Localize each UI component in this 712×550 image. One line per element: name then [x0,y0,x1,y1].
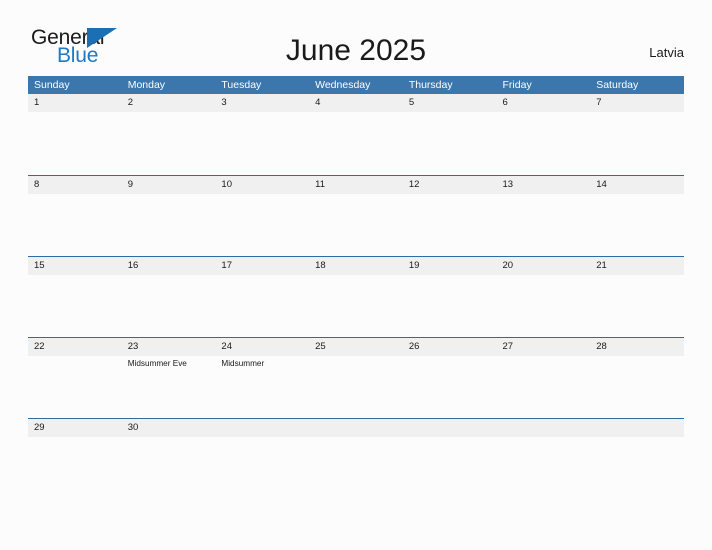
week-days: 8 9 10 11 12 13 14 [28,176,684,256]
day-number: 21 [596,260,607,271]
day-number: 3 [221,97,227,108]
day-cell-22[interactable]: 22 [28,338,122,418]
day-cell-empty [590,419,684,499]
day-cell-25[interactable]: 25 [309,338,403,418]
weekday-header-tuesday: Tuesday [221,79,262,91]
day-cell-26[interactable]: 26 [403,338,497,418]
event-label: Midsummer [221,359,265,368]
day-cell-15[interactable]: 15 [28,257,122,337]
day-cell-12[interactable]: 12 [403,176,497,256]
day-number: 10 [221,179,232,190]
day-cell-2[interactable]: 2 [122,94,216,174]
day-number: 6 [502,97,508,108]
day-number: 16 [127,260,139,271]
day-events: Midsummer [221,356,309,369]
day-cell-19[interactable]: 19 [403,257,497,337]
day-number: 20 [502,260,514,271]
day-number: 30 [127,422,139,433]
day-number: 11 [315,179,325,190]
day-cell-16[interactable]: 16 [122,257,216,337]
page-header: General Blue June 2025 Latvia [0,0,712,76]
day-number: 28 [596,341,607,352]
day-number: 5 [408,97,415,108]
day-number: 8 [34,179,40,190]
day-number: 9 [127,179,133,190]
day-number: 18 [315,260,326,271]
day-number: 29 [34,422,45,433]
day-cell-empty [403,419,497,499]
weekday-header-monday: Monday [127,79,166,91]
calendar-week-row: 8 9 10 11 12 13 14 [28,175,684,256]
day-cell-14[interactable]: 14 [590,176,684,256]
day-cell-23[interactable]: 23 Midsummer Eve [122,338,216,418]
day-number: 7 [596,97,602,108]
day-number: 4 [315,97,321,108]
day-number: 22 [34,341,45,352]
weekday-header-friday: Friday [502,79,532,91]
calendar-page: General Blue June 2025 Latvia Sunday Mond… [0,0,712,550]
calendar-week-row: 29 30 [28,418,684,499]
weekday-header-thursday: Thursday [408,79,453,91]
week-days: 1 2 3 4 5 6 7 [28,94,684,174]
day-number: 19 [408,260,420,271]
day-cell-8[interactable]: 8 [28,176,122,256]
day-number: 17 [221,260,232,271]
day-cell-17[interactable]: 17 [215,257,309,337]
day-cell-9[interactable]: 9 [122,176,216,256]
day-number: 25 [315,341,326,352]
calendar-weeks: 1 2 3 4 5 6 7 8 9 10 11 12 13 14 15 16 17 18 19 20 21 22 23 Mid… [28,94,684,499]
weekday-header-sunday: Sunday [34,79,70,91]
day-number: 27 [502,341,514,352]
weekday-header-saturday: Saturday [596,79,639,91]
day-cell-empty [215,419,309,499]
day-number: 26 [408,341,420,352]
day-events: Midsummer Eve [128,356,216,369]
day-cell-7[interactable]: 7 [590,94,684,174]
page-title: June 2025 [285,34,427,67]
day-cell-5[interactable]: 5 [403,94,497,174]
day-cell-24[interactable]: 24 Midsummer [215,338,309,418]
day-cell-11[interactable]: 11 [309,176,403,256]
calendar-week-row: 22 23 Midsummer Eve 24 Midsummer 25 26 27 28 [28,337,684,418]
day-number: 24 [221,341,232,352]
day-number: 2 [127,97,133,108]
country-label: Latvia [649,45,684,60]
day-cell-20[interactable]: 20 [497,257,591,337]
day-number: 13 [502,179,514,190]
calendar-week-row: 1 2 3 4 5 6 7 [28,94,684,175]
calendar-grid: Sunday Monday Tuesday Wednesday Thursday Frid… [28,76,684,499]
week-days: 29 30 [28,419,684,499]
day-cell-27[interactable]: 27 [497,338,591,418]
event-label: Midsummer Eve [127,359,187,368]
day-cell-10[interactable]: 10 [215,176,309,256]
day-cell-29[interactable]: 29 [28,419,122,499]
day-number: 14 [596,179,607,190]
day-cell-3[interactable]: 3 [215,94,309,174]
weekday-header-row: Sunday Monday Tuesday Wednesday Thursday Frid… [28,76,684,94]
day-cell-empty [309,419,403,499]
day-cell-28[interactable]: 28 [590,338,684,418]
calendar-week-row: 15 16 17 18 19 20 21 [28,256,684,337]
day-cell-30[interactable]: 30 [122,419,216,499]
day-cell-6[interactable]: 6 [497,94,591,174]
day-number: 15 [34,260,45,271]
day-cell-1[interactable]: 1 [28,94,122,174]
day-number: 12 [408,179,420,190]
day-number: 1 [34,97,40,108]
day-cell-18[interactable]: 18 [309,257,403,337]
day-number: 23 [127,341,139,352]
weekday-header-wednesday: Wednesday [315,79,371,91]
day-cell-empty [497,419,591,499]
day-cell-21[interactable]: 21 [590,257,684,337]
day-cell-4[interactable]: 4 [309,94,403,174]
day-cell-13[interactable]: 13 [497,176,591,256]
week-days: 22 23 Midsummer Eve 24 Midsummer 25 26 27 28 [28,338,684,418]
week-days: 15 16 17 18 19 20 21 [28,257,684,337]
